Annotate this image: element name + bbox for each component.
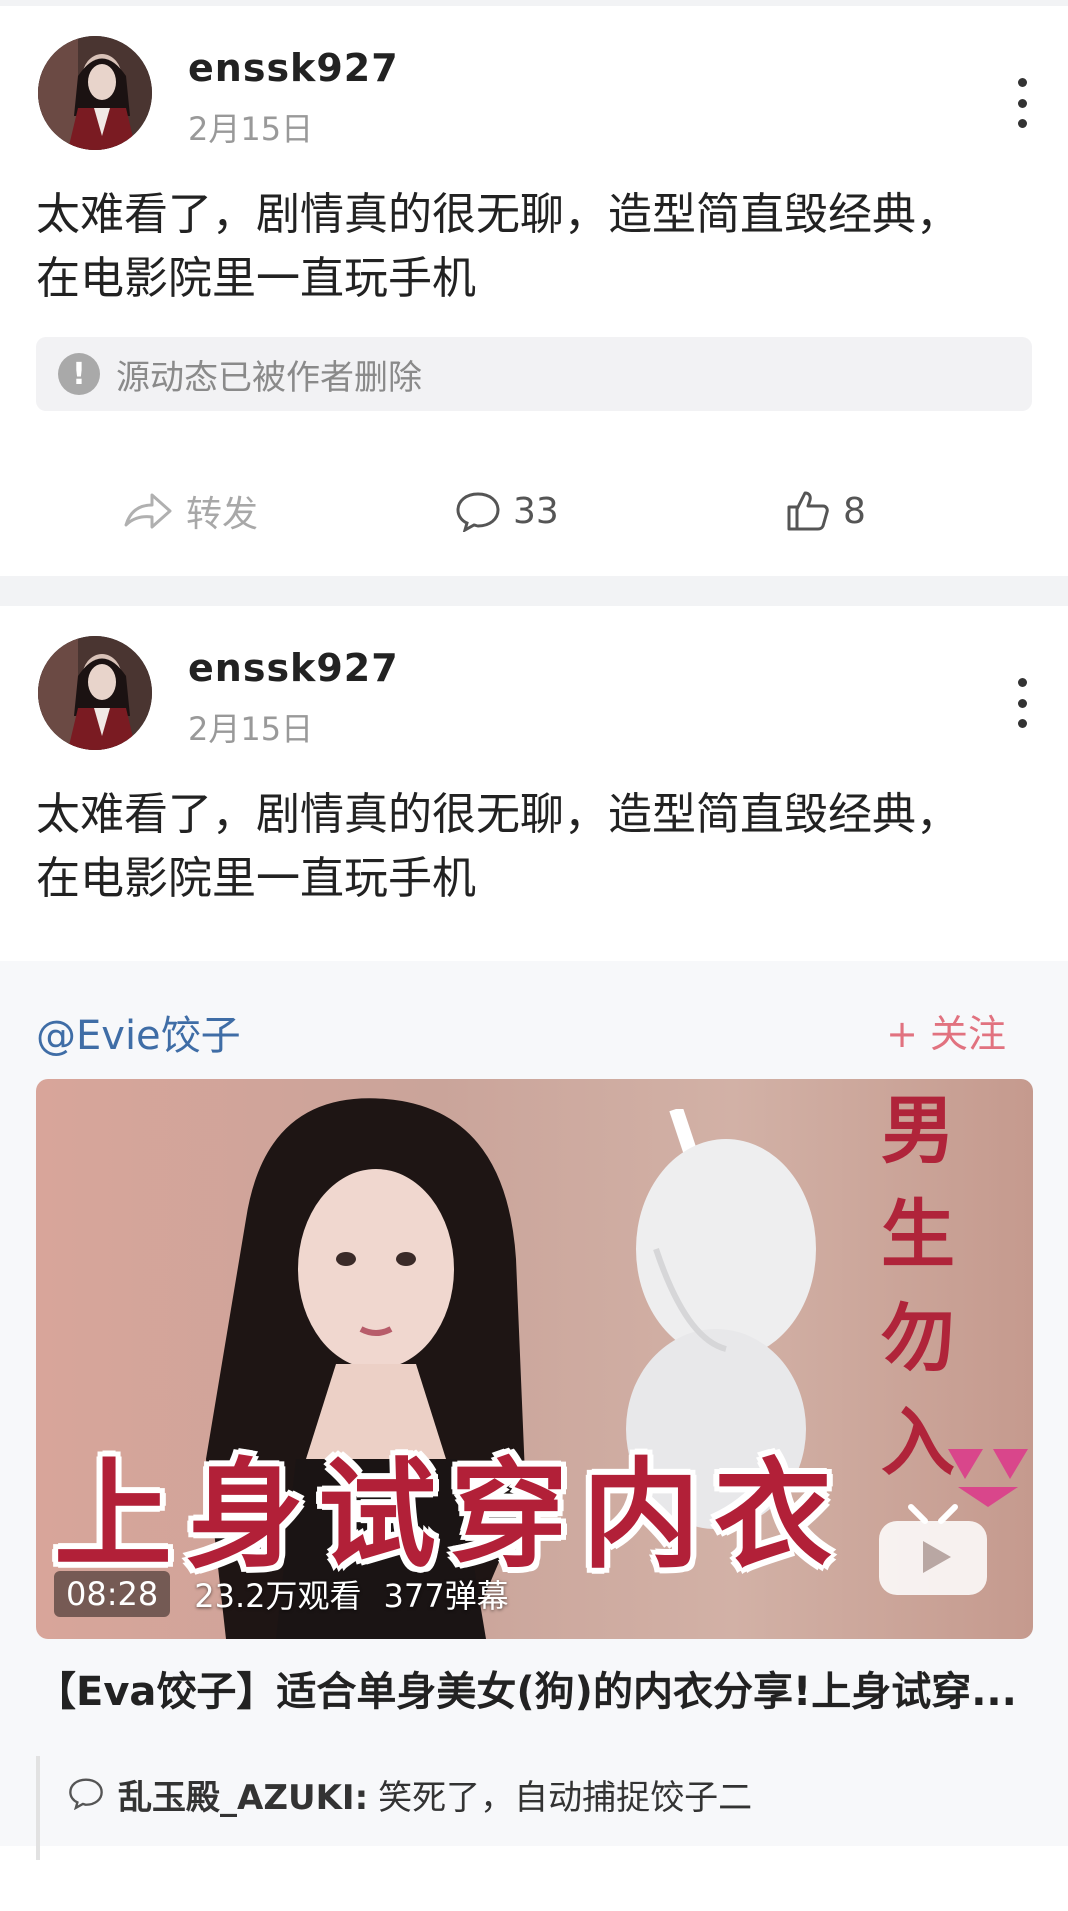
more-options-icon[interactable] bbox=[1014, 678, 1030, 728]
comment-bubble-icon bbox=[456, 492, 500, 532]
video-caption[interactable]: 【Eva饺子】适合单身美女(狗)的内衣分享!上身试穿... bbox=[36, 1659, 1046, 1717]
comment-count: 33 bbox=[513, 490, 559, 532]
username[interactable]: enssk927 bbox=[188, 46, 399, 90]
username[interactable]: enssk927 bbox=[188, 646, 399, 690]
hot-comment[interactable]: 乱玉殿_AZUKI: 笑死了，自动捕捉饺子二 bbox=[36, 1756, 1068, 1860]
post-card: enssk927 2月15日 太难看了，剧情真的很无聊，造型简直毁经典， 在电影… bbox=[0, 6, 1068, 576]
like-count: 8 bbox=[843, 490, 866, 532]
post-header: enssk927 2月15日 bbox=[0, 6, 1068, 151]
video-thumbnail[interactable]: 男 生 勿 入 上身试穿内衣 08:28 23.2万观看 377弹幕 bbox=[36, 1079, 1033, 1639]
side-char: 勿 bbox=[881, 1296, 955, 1382]
video-info: 08:28 23.2万观看 377弹幕 bbox=[54, 1571, 531, 1617]
more-options-icon[interactable] bbox=[1014, 78, 1030, 128]
post-header: enssk927 2月15日 bbox=[0, 606, 1068, 751]
side-char: 生 bbox=[881, 1192, 955, 1278]
comment-button[interactable]: 33 bbox=[455, 490, 559, 532]
reposted-content[interactable]: @Evie饺子 + 关注 男 生 勿 入 上身试穿内衣 08:28 23.2万观… bbox=[0, 961, 1068, 1860]
original-author-handle[interactable]: @Evie饺子 bbox=[36, 1003, 241, 1061]
play-tv-icon[interactable] bbox=[873, 1499, 993, 1599]
video-danmaku: 377弹幕 bbox=[383, 1577, 509, 1615]
post-text-line: 在电影院里一直玩手机 bbox=[36, 253, 476, 304]
post-text-line: 太难看了，剧情真的很无聊，造型简直毁经典， bbox=[36, 789, 960, 840]
repost-button[interactable]: 转发 bbox=[122, 485, 258, 537]
share-arrow-icon bbox=[124, 493, 172, 529]
avatar[interactable] bbox=[38, 36, 152, 150]
side-char: 男 bbox=[881, 1088, 955, 1174]
video-duration: 08:28 bbox=[54, 1571, 171, 1617]
video-views: 23.2万观看 bbox=[194, 1577, 362, 1615]
post-date: 2月15日 bbox=[188, 110, 314, 148]
post-text-line: 在电影院里一直玩手机 bbox=[36, 853, 476, 904]
post-content: 太难看了，剧情真的很无聊，造型简直毁经典， 在电影院里一直玩手机 bbox=[0, 751, 1068, 911]
comment-bubble-icon bbox=[69, 1778, 103, 1810]
like-button[interactable]: 8 bbox=[785, 489, 866, 533]
post-date: 2月15日 bbox=[188, 710, 314, 748]
repost-label: 转发 bbox=[186, 494, 259, 535]
comment-text: 笑死了，自动捕捉饺子二 bbox=[378, 1778, 753, 1818]
post-card: enssk927 2月15日 太难看了，剧情真的很无聊，造型简直毁经典， 在电影… bbox=[0, 606, 1068, 1911]
post-content: 太难看了，剧情真的很无聊，造型简直毁经典， 在电影院里一直玩手机 bbox=[0, 151, 1068, 311]
avatar[interactable] bbox=[38, 636, 152, 750]
thumbs-up-icon bbox=[787, 491, 829, 531]
comment-author[interactable]: 乱玉殿_AZUKI: bbox=[118, 1770, 368, 1819]
deleted-source-notice: ! 源动态已被作者删除 bbox=[36, 337, 1032, 411]
follow-button[interactable]: + 关注 bbox=[886, 1003, 1006, 1058]
deleted-notice-text: 源动态已被作者删除 bbox=[116, 357, 422, 398]
exclamation-icon: ! bbox=[58, 353, 100, 395]
post-text-line: 太难看了，剧情真的很无聊，造型简直毁经典， bbox=[36, 189, 960, 240]
action-bar: 转发 33 8 bbox=[0, 471, 1068, 551]
